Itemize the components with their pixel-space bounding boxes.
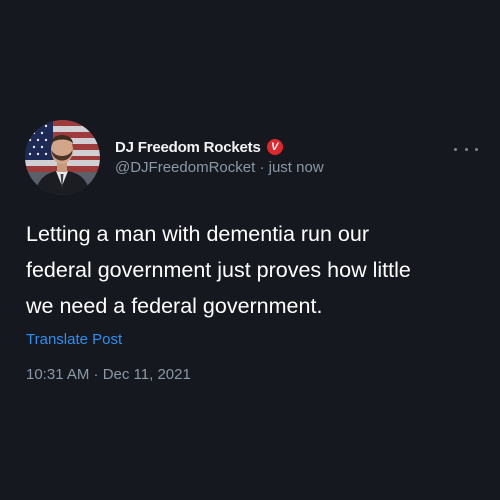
avatar[interactable] (25, 120, 100, 195)
handle-row: @DJFreedomRocket · just now (115, 159, 324, 176)
avatar-image (25, 120, 100, 195)
user-handle[interactable]: @DJFreedomRocket (115, 159, 255, 176)
display-name[interactable]: DJ Freedom Rockets (115, 139, 261, 156)
tweet-text: Letting a man with dementia run our fede… (26, 216, 466, 324)
tweet: DJ Freedom Rockets V @DJFreedomRocket · … (0, 0, 500, 500)
relative-time[interactable]: just now (269, 159, 324, 176)
more-horizontal-icon[interactable] (454, 143, 478, 155)
tweet-text-line: we need a federal government. (26, 294, 323, 318)
separator: · (259, 159, 265, 176)
more-dot (454, 147, 457, 151)
translate-post-link[interactable]: Translate Post (26, 331, 122, 348)
tweet-text-line: federal government just proves how littl… (26, 258, 411, 282)
verified-badge-icon: V (266, 139, 283, 155)
more-dot (475, 147, 478, 151)
more-dot (464, 147, 468, 151)
tweet-text-line: Letting a man with dementia run our (26, 222, 370, 246)
tweet-timestamp[interactable]: 10:31 AM · Dec 11, 2021 (26, 366, 191, 383)
author-name-row: DJ Freedom Rockets V (115, 138, 283, 156)
